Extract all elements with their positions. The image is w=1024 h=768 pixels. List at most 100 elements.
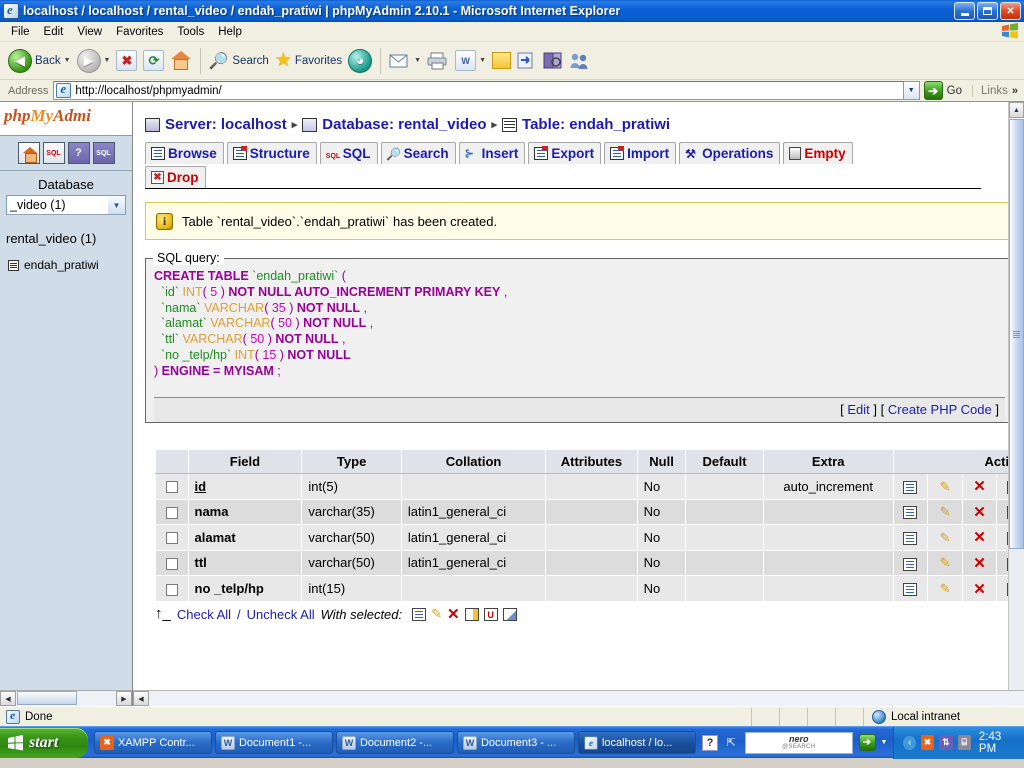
print-button[interactable] — [424, 45, 452, 77]
scroll-track[interactable] — [149, 691, 1024, 706]
edit-pencil-icon[interactable]: ✎ — [431, 606, 442, 622]
back-button[interactable]: ◀ Back ▼ — [5, 45, 74, 77]
row-checkbox-cell[interactable] — [155, 575, 189, 602]
phpmyadmin-logo[interactable]: phpMyAdmi — [0, 102, 132, 136]
tab-import[interactable]: Import — [604, 142, 677, 164]
restore-button[interactable] — [977, 2, 998, 20]
table-row[interactable]: nama varchar(35) latin1_general_ci No ✎ ✕ — [155, 498, 1024, 526]
drop-x-icon[interactable]: ✕ — [961, 524, 998, 551]
scroll-up-button[interactable]: ▲ — [1009, 102, 1024, 118]
row-checkbox-cell[interactable] — [155, 524, 189, 551]
people-button[interactable] — [566, 45, 594, 77]
taskbar-item[interactable]: e localhost / lo... — [577, 731, 696, 754]
documentation-icon[interactable]: ? — [67, 142, 90, 164]
col-attributes[interactable]: Attributes — [545, 449, 638, 474]
favorites-button[interactable]: ★ Favorites — [272, 45, 345, 77]
tab-browse[interactable]: Browse — [145, 142, 224, 164]
breadcrumb-table[interactable]: Table: endah_pratiwi — [522, 116, 670, 133]
stop-button[interactable]: ✖ — [113, 45, 140, 77]
scroll-thumb[interactable] — [1009, 119, 1024, 549]
index-icon[interactable] — [502, 607, 517, 621]
sql-help-icon[interactable]: SQL — [92, 142, 115, 164]
chevron-down-icon-edit[interactable]: ▼ — [479, 57, 486, 64]
row-checkbox-cell[interactable] — [155, 549, 189, 577]
uncheck-all-link[interactable]: Uncheck All — [247, 607, 315, 622]
scroll-thumb[interactable] — [17, 691, 77, 705]
row-checkbox[interactable] — [165, 583, 178, 596]
go-button[interactable]: ➔ Go — [920, 81, 968, 100]
browse-icon[interactable] — [892, 524, 929, 551]
drop-x-icon[interactable]: ✕ — [961, 549, 998, 577]
chevron-down-icon[interactable]: ▼ — [108, 196, 125, 214]
start-button[interactable]: start — [0, 727, 88, 758]
row-checkbox[interactable] — [165, 481, 178, 494]
help-icon[interactable]: ? — [701, 734, 718, 751]
tab-operations[interactable]: ⚒ Operations — [679, 142, 781, 164]
edit-pencil-icon[interactable]: ✎ — [927, 473, 963, 500]
tray-expand-icon[interactable]: ‹ — [903, 735, 916, 750]
network-tray-icon[interactable]: ⇅ — [939, 735, 953, 750]
address-dropdown-button[interactable]: ▼ — [903, 81, 920, 100]
taskbar-item[interactable]: W Document2 -... — [335, 731, 454, 754]
breadcrumb-server[interactable]: Server: localhost — [165, 116, 287, 133]
drop-x-icon[interactable]: ✕ — [447, 607, 460, 622]
col-null[interactable]: Null — [636, 449, 687, 474]
menu-tools[interactable]: Tools — [170, 24, 211, 40]
edit-pencil-icon[interactable]: ✎ — [927, 575, 963, 602]
taskbar-clock[interactable]: 2:43 PM — [979, 731, 1017, 755]
home-icon[interactable] — [17, 142, 40, 164]
scroll-track[interactable] — [16, 691, 116, 706]
history-button[interactable]: ◕ — [345, 45, 375, 77]
address-input[interactable]: http://localhost/phpmyadmin/ — [53, 81, 904, 100]
unique-icon[interactable]: U — [483, 607, 498, 621]
row-checkbox-cell[interactable] — [155, 473, 189, 500]
tab-export[interactable]: Export — [528, 142, 602, 164]
col-extra[interactable]: Extra — [762, 449, 894, 474]
browse-icon[interactable] — [892, 549, 929, 577]
nero-search-toolbar[interactable]: nero @SEARCH — [744, 731, 853, 754]
scroll-track[interactable] — [1009, 549, 1024, 690]
close-button[interactable]: ✕ — [1000, 2, 1021, 20]
table-row[interactable]: no _telp/hp int(15) No ✎ ✕ — [155, 575, 1024, 602]
tab-search[interactable]: 🔍 Search — [380, 142, 456, 164]
research-button[interactable] — [540, 45, 566, 77]
tab-empty[interactable]: Empty — [783, 142, 853, 164]
drop-x-icon[interactable]: ✕ — [961, 473, 998, 500]
chevron-down-icon[interactable]: ▼ — [64, 57, 71, 64]
col-type[interactable]: Type — [301, 449, 402, 474]
sidebar-table-endah_pratiwi[interactable]: endah_pratiwi — [0, 256, 132, 274]
discuss-button[interactable] — [489, 45, 514, 77]
drop-x-icon[interactable]: ✕ — [961, 498, 998, 526]
check-all-link[interactable]: Check All — [177, 607, 231, 622]
content-vertical-scrollbar[interactable]: ▲ ▼ — [1008, 102, 1024, 706]
forward-button[interactable]: ▶ ▼ — [74, 45, 114, 77]
taskbar-item[interactable]: W Document3 - ... — [456, 731, 575, 754]
security-zone-pane[interactable]: Local intranet — [864, 708, 1024, 726]
table-row[interactable]: ttl varchar(50) latin1_general_ci No ✎ ✕ — [155, 549, 1024, 577]
browse-icon[interactable] — [412, 607, 427, 621]
edit-query-link[interactable]: Edit — [847, 402, 869, 417]
menu-view[interactable]: View — [70, 24, 109, 40]
tab-structure[interactable]: Structure — [226, 142, 317, 164]
links-chevron-icon[interactable]: » — [1008, 85, 1022, 97]
drop-x-icon[interactable]: ✕ — [961, 575, 998, 602]
content-horizontal-scrollbar[interactable]: ◀ — [133, 690, 1024, 706]
browse-icon[interactable] — [892, 575, 929, 602]
device-tray-icon[interactable]: ⌸ — [957, 735, 971, 750]
row-checkbox[interactable] — [165, 506, 178, 519]
chevron-down-icon-forward[interactable]: ▼ — [104, 57, 111, 64]
edit-pencil-icon[interactable]: ✎ — [927, 549, 963, 577]
scroll-left-button[interactable]: ◀ — [0, 691, 16, 706]
show-desktop-icon[interactable]: ⇱ — [723, 735, 739, 751]
menu-edit[interactable]: Edit — [37, 24, 71, 40]
table-row[interactable]: alamat varchar(50) latin1_general_ci No ✎ ✕ — [155, 524, 1024, 551]
edit-pencil-icon[interactable]: ✎ — [927, 524, 963, 551]
create-php-code-link[interactable]: Create PHP Code — [888, 402, 992, 417]
edit-word-button[interactable]: W ▼ — [452, 45, 489, 77]
chevron-down-icon-mail[interactable]: ▼ — [414, 57, 421, 64]
primary-key-icon[interactable] — [464, 607, 479, 621]
links-label[interactable]: Links — [972, 84, 1008, 97]
col-collation[interactable]: Collation — [400, 449, 547, 474]
menu-favorites[interactable]: Favorites — [109, 24, 170, 40]
database-select[interactable]: _video (1) ▼ — [6, 195, 126, 215]
